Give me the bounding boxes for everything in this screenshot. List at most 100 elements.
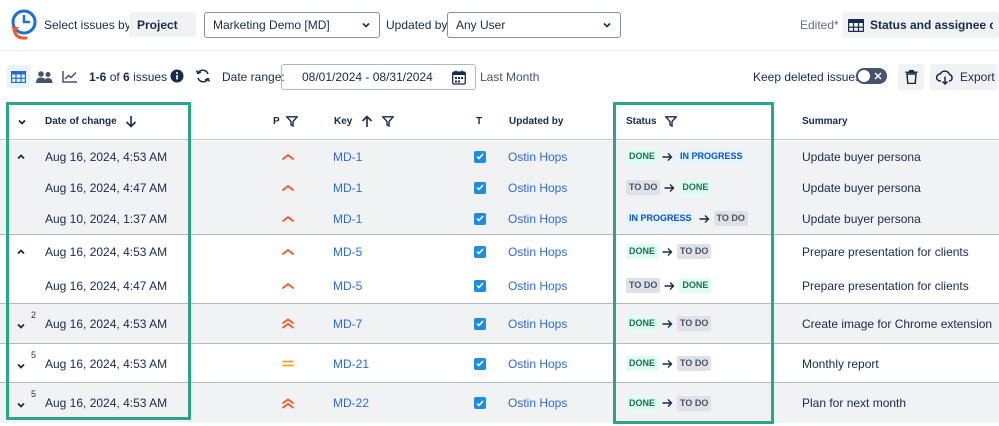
- issue-summary: Update buyer persona: [802, 211, 921, 226]
- view-table-button[interactable]: [7, 65, 30, 88]
- chevron-down-icon: [362, 22, 370, 28]
- updated-by-select[interactable]: Any User: [447, 12, 621, 38]
- issue-summary: Monthly report: [802, 356, 879, 371]
- table-row[interactable]: Aug 10, 2024, 1:37 AM MD-1 Ostin Hops IN…: [0, 203, 999, 234]
- project-select[interactable]: Marketing Demo [MD]: [204, 12, 380, 38]
- updated-by-user-link[interactable]: Ostin Hops: [508, 203, 567, 234]
- column-summary-label: Summary: [802, 116, 848, 127]
- row-expand-toggle[interactable]: [16, 383, 26, 423]
- checkmark-icon: [476, 248, 484, 255]
- table-row[interactable]: Aug 16, 2024, 4:47 AM MD-5 Ostin Hops TO…: [0, 268, 999, 303]
- issue-key-link[interactable]: MD-21: [333, 344, 369, 383]
- calendar-icon[interactable]: [452, 70, 466, 85]
- status-transition: TO DO DONE: [626, 172, 712, 203]
- table-row[interactable]: 5 Aug 16, 2024, 4:53 AM MD-22 Ostin Hops…: [0, 383, 999, 423]
- select-issues-label: Select issues by:: [44, 18, 135, 32]
- sort-desc-arrow-icon[interactable]: [125, 115, 137, 128]
- top-toolbar: Select issues by: Project Marketing Demo…: [0, 0, 999, 50]
- column-priority[interactable]: P: [273, 103, 298, 140]
- refresh-icon[interactable]: [195, 68, 211, 84]
- issue-key-link[interactable]: MD-1: [333, 203, 362, 234]
- view-chart-button[interactable]: [58, 65, 81, 88]
- status-transition: DONE IN PROGRESS: [626, 141, 746, 172]
- change-date: Aug 16, 2024, 4:47 AM: [45, 278, 168, 293]
- table-row[interactable]: Aug 16, 2024, 4:53 AM MD-1 Ostin Hops DO…: [0, 141, 999, 172]
- table-row[interactable]: Aug 16, 2024, 4:47 AM MD-1 Ostin Hops TO…: [0, 172, 999, 203]
- column-date-of-change[interactable]: Date of change: [45, 103, 137, 140]
- change-date: Aug 16, 2024, 4:53 AM: [45, 316, 168, 331]
- priority-high-icon: [282, 282, 294, 289]
- sort-asc-arrow-icon[interactable]: [361, 115, 373, 128]
- issue-summary: Plan for next month: [802, 396, 907, 410]
- updated-by-user-link[interactable]: Ostin Hops: [508, 304, 567, 343]
- priority-highest-icon: [282, 397, 294, 408]
- info-icon[interactable]: [170, 69, 184, 83]
- checkmark-icon: [476, 215, 484, 222]
- issue-count-range: 1-6: [89, 70, 107, 84]
- issue-key-link[interactable]: MD-5: [333, 235, 362, 268]
- issue-key-link[interactable]: MD-1: [333, 141, 362, 172]
- delete-button[interactable]: [898, 64, 924, 90]
- row-expand-toggle[interactable]: [16, 304, 26, 343]
- priority-highest-icon: [282, 318, 294, 329]
- select-by-dropdown[interactable]: Project: [129, 12, 196, 37]
- chevron-down-icon: [17, 402, 25, 408]
- column-key[interactable]: Key: [334, 103, 395, 140]
- row-collapse-toggle[interactable]: [16, 235, 26, 268]
- column-status[interactable]: Status: [626, 103, 677, 140]
- updated-by-user-link[interactable]: Ostin Hops: [508, 268, 567, 303]
- export-button[interactable]: Export: [930, 64, 998, 90]
- status-from-badge: DONE: [626, 149, 659, 164]
- status-from-badge: DONE: [626, 395, 659, 411]
- issue-type-cell: [474, 344, 486, 383]
- column-type[interactable]: T: [476, 103, 482, 140]
- collapse-all-chevron-icon[interactable]: [17, 117, 27, 127]
- status-transition: DONE TO DO: [626, 304, 712, 343]
- arrow-right-icon: [699, 214, 710, 223]
- issue-summary: Update buyer persona: [802, 149, 921, 164]
- status-transition: DONE TO DO: [626, 383, 712, 423]
- issue-count-total: 6: [123, 70, 130, 84]
- saved-view-button[interactable]: Status and assignee c...: [842, 12, 999, 38]
- export-label: Export: [960, 70, 995, 84]
- status-transition: DONE TO DO: [626, 235, 712, 268]
- updated-by-user-link[interactable]: Ostin Hops: [508, 141, 567, 172]
- status-from-badge: DONE: [626, 244, 659, 259]
- status-transition: TO DO DONE: [626, 268, 712, 303]
- column-summary[interactable]: Summary: [802, 103, 848, 140]
- issue-count: 1-6 of 6 issues: [89, 70, 167, 84]
- priority-high-icon: [282, 153, 294, 160]
- chevron-down-icon: [186, 24, 188, 25]
- arrow-right-icon: [662, 247, 673, 256]
- priority-cell: [281, 235, 295, 268]
- arrow-right-icon: [662, 152, 673, 161]
- row-collapse-toggle[interactable]: [16, 141, 26, 172]
- select-by-value: Project: [137, 17, 178, 32]
- view-users-button[interactable]: [33, 65, 56, 88]
- keep-deleted-toggle[interactable]: [856, 68, 887, 84]
- updated-by-user-link[interactable]: Ostin Hops: [508, 383, 567, 423]
- table-row[interactable]: 2 Aug 16, 2024, 4:53 AM MD-7 Ostin Hops …: [0, 304, 999, 343]
- arrow-right-icon: [662, 359, 673, 368]
- updated-by-user-link[interactable]: Ostin Hops: [508, 235, 567, 268]
- grouped-change-count: 5: [31, 389, 37, 399]
- updated-by-user-link[interactable]: Ostin Hops: [508, 172, 567, 203]
- updated-by-user-link[interactable]: Ostin Hops: [508, 344, 567, 383]
- issue-key-link[interactable]: MD-22: [333, 383, 369, 423]
- checkmark-icon: [476, 282, 484, 289]
- filter-icon[interactable]: [285, 116, 298, 127]
- priority-cell: [281, 172, 295, 203]
- filter-icon[interactable]: [382, 116, 395, 127]
- column-updated-by[interactable]: Updated by: [509, 103, 563, 140]
- table-row[interactable]: Aug 16, 2024, 4:53 AM MD-5 Ostin Hops DO…: [0, 235, 999, 268]
- table-row[interactable]: 5 Aug 16, 2024, 4:53 AM MD-21 Ostin Hops…: [0, 344, 999, 383]
- issue-key-link[interactable]: MD-1: [333, 172, 362, 203]
- issue-key-link[interactable]: MD-7: [333, 304, 362, 343]
- issue-key-link[interactable]: MD-5: [333, 268, 362, 303]
- date-range-label: Date range:: [222, 70, 285, 84]
- status-from-badge: TO DO: [626, 180, 661, 195]
- row-expand-toggle[interactable]: [16, 344, 26, 383]
- task-type-icon: [474, 357, 486, 370]
- filter-icon[interactable]: [664, 116, 677, 127]
- date-range-input[interactable]: 08/01/2024 - 08/31/2024: [281, 64, 476, 90]
